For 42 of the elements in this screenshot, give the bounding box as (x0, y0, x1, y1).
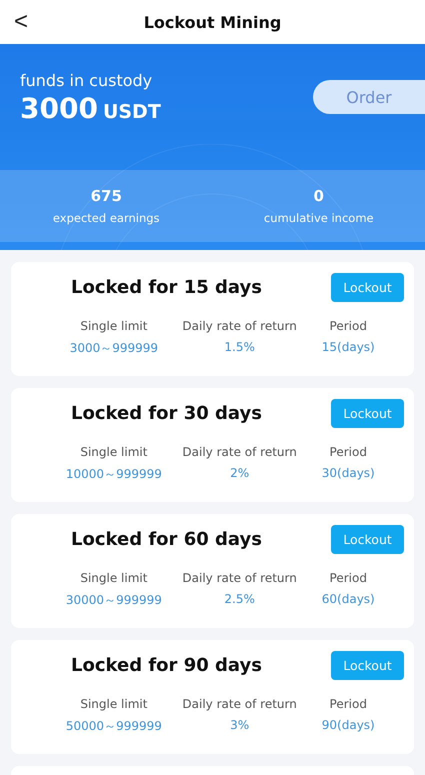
plan-field-label: Daily rate of return (182, 697, 297, 711)
lockout-button[interactable]: Lockout (331, 398, 404, 428)
back-button[interactable]: < (10, 8, 32, 36)
plan-field-value: 30000～999999 (66, 592, 162, 609)
stat-value: 0 (314, 187, 324, 205)
page-title: Lockout Mining (144, 12, 282, 32)
plan-field-label: Period (330, 697, 367, 711)
order-button[interactable]: Order (313, 80, 425, 114)
plan-field-value: 10000～999999 (66, 466, 162, 483)
plan-field-label: Daily rate of return (182, 445, 297, 459)
plan-field-label: Single limit (80, 571, 148, 585)
plan-field-label: Period (330, 319, 367, 333)
funds-label: funds in custody (20, 71, 154, 90)
stat-value: 675 (90, 187, 122, 205)
plan-field-label: Period (330, 445, 367, 459)
currency-unit: USDT (102, 101, 161, 123)
lockout-button[interactable]: Lockout (331, 272, 404, 302)
plan-field-value: 50000～999999 (66, 718, 162, 735)
funds-amount: 3000 (20, 92, 98, 125)
plan-title: Locked for 60 days (71, 528, 262, 550)
plan-field-value: 90(days) (322, 718, 375, 732)
plan-field-label: Daily rate of return (182, 319, 297, 333)
lockout-button[interactable]: Lockout (331, 650, 404, 680)
plan-field-value: 3% (230, 718, 250, 732)
plan-field-value: 2% (230, 466, 250, 480)
plan-field-label: Single limit (80, 319, 148, 333)
plan-title: Locked for 30 days (71, 402, 262, 424)
plan-field-value: 2.5% (224, 592, 255, 606)
plan-title: Locked for 90 days (71, 654, 262, 676)
plan-field-label: Daily rate of return (182, 571, 297, 585)
lockout-button[interactable]: Lockout (331, 524, 404, 554)
plan-field-value: 3000～999999 (70, 340, 158, 357)
plan-field-value: 60(days) (322, 592, 375, 606)
plan-field-value: 1.5% (224, 340, 255, 354)
plan-field-label: Period (330, 571, 367, 585)
stat-label: cumulative income (264, 211, 374, 225)
plan-field-value: 15(days) (322, 340, 375, 354)
plan-title: Locked for 15 days (71, 276, 262, 298)
plan-field-value: 30(days) (322, 466, 375, 480)
stat-label: expected earnings (52, 211, 160, 225)
plan-field-label: Single limit (80, 697, 148, 711)
plan-field-label: Single limit (80, 445, 148, 459)
